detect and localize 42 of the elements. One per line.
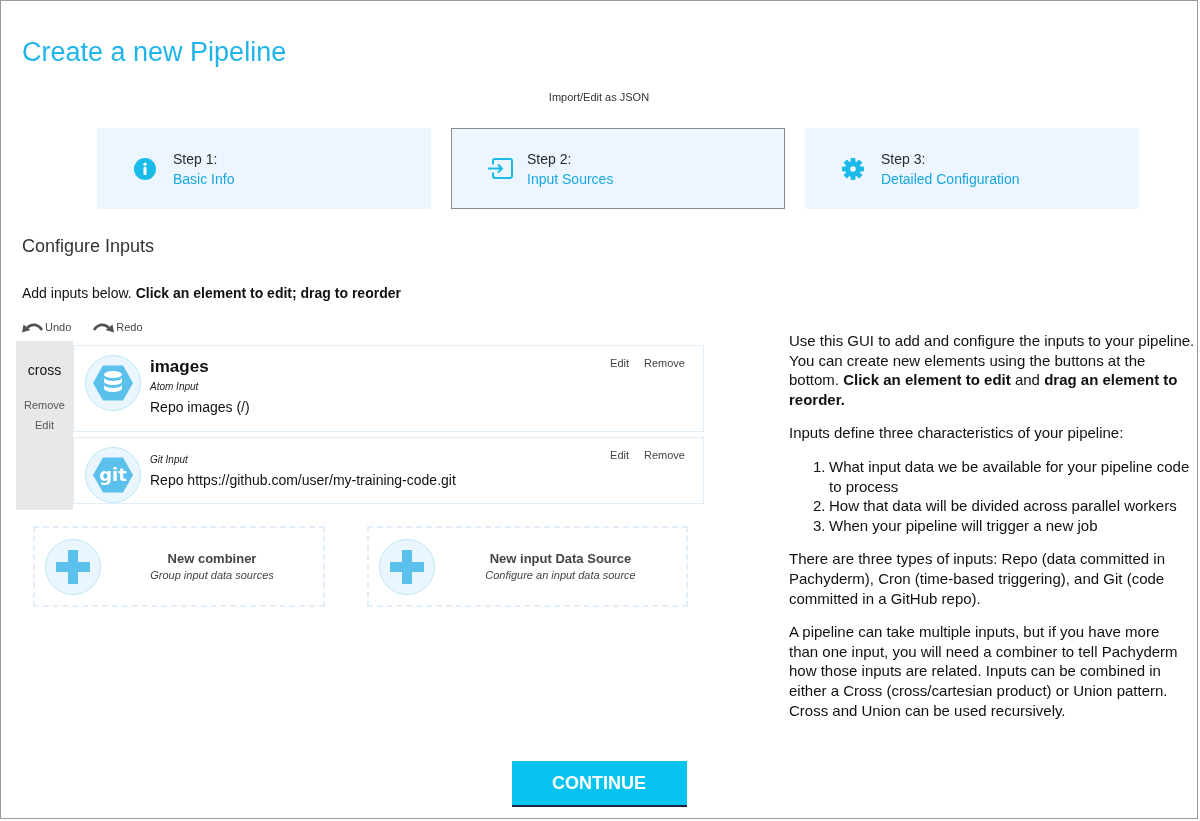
remove-link[interactable]: Remove — [644, 447, 685, 463]
help-list-item: 3. When your pipeline will trigger a new job — [813, 515, 1099, 536]
remove-link[interactable]: Remove — [24, 397, 65, 413]
step-tab[interactable]: Step 1: Basic Info — [97, 128, 431, 209]
plus-icon — [379, 538, 435, 595]
input-name: images — [150, 356, 209, 378]
help-paragraph: A pipeline can take multiple inputs, but if you have more than one input, you will need a combiner to tell Pachyderm how those inputs are related. Inputs can be combined in either a Cross (cross/cartesian product) or Union pattern. Cross and Union can be used recursively. — [789, 622, 1179, 721]
info-icon — [134, 157, 156, 180]
new-combiner-button[interactable]: New combiner Group input data sources — [33, 526, 325, 607]
plus-icon — [45, 538, 101, 595]
edit-link[interactable]: Edit — [610, 355, 630, 371]
redo-button[interactable]: Redo — [93, 319, 143, 335]
arrow-into-box-icon — [488, 158, 513, 179]
input-source-text: Repo https://github.com/user/my-training-code.git — [150, 471, 456, 490]
help-paragraph: Use this GUI to add and configure the inputs to your pipeline. You can create new elements using the buttons at the bottom. Click an element to edit and drag an element to reorder. — [789, 331, 1196, 410]
import-json-link[interactable]: Import/Edit as JSON — [548, 90, 650, 104]
new-data-source-button[interactable]: New input Data Source Configure an input data source — [367, 526, 688, 607]
remove-link[interactable]: Remove — [644, 355, 685, 371]
edit-link[interactable]: Edit — [35, 417, 54, 433]
help-list-item: 1. What input data we be available for your pipeline code to process — [813, 456, 1191, 497]
input-card[interactable]: git Git Input Repo https://github.com/user/my-training-code.git Edit Remove — [73, 437, 704, 504]
redo-icon — [93, 321, 115, 333]
gear-icon — [842, 157, 864, 180]
database-icon — [85, 355, 141, 411]
instructions-text: Add inputs below. Click an element to edit; drag to reorder — [22, 284, 401, 303]
help-list-item: 2. How that data will be divided across parallel workers — [813, 496, 1178, 516]
input-type-label: Atom Input — [150, 380, 199, 394]
page-title: Create a new Pipeline — [22, 36, 287, 69]
input-type-label: Git Input — [150, 453, 188, 467]
combiner-panel[interactable]: cross Remove Edit — [16, 341, 73, 510]
section-heading: Configure Inputs — [22, 235, 155, 258]
step-tab[interactable]: Step 3: Detailed Configuration — [805, 128, 1139, 209]
help-paragraph: Inputs define three characteristics of your pipeline: — [789, 423, 1125, 443]
edit-link[interactable]: Edit — [610, 447, 630, 463]
git-logo: git — [85, 447, 141, 503]
combiner-name: cross — [27, 361, 62, 380]
undo-icon — [22, 321, 43, 333]
input-source-text: Repo images (/) — [150, 398, 250, 417]
step-tab[interactable]: Step 2: Input Sources — [451, 128, 785, 209]
input-card[interactable]: images Atom Input Repo images (/) Edit Remove — [73, 345, 704, 432]
help-paragraph: There are three types of inputs: Repo (data committed in Pachyderm), Cron (time-based triggering), and Git (code committed in a GitHub repo). — [789, 549, 1167, 609]
undo-button[interactable]: Undo — [22, 319, 72, 335]
